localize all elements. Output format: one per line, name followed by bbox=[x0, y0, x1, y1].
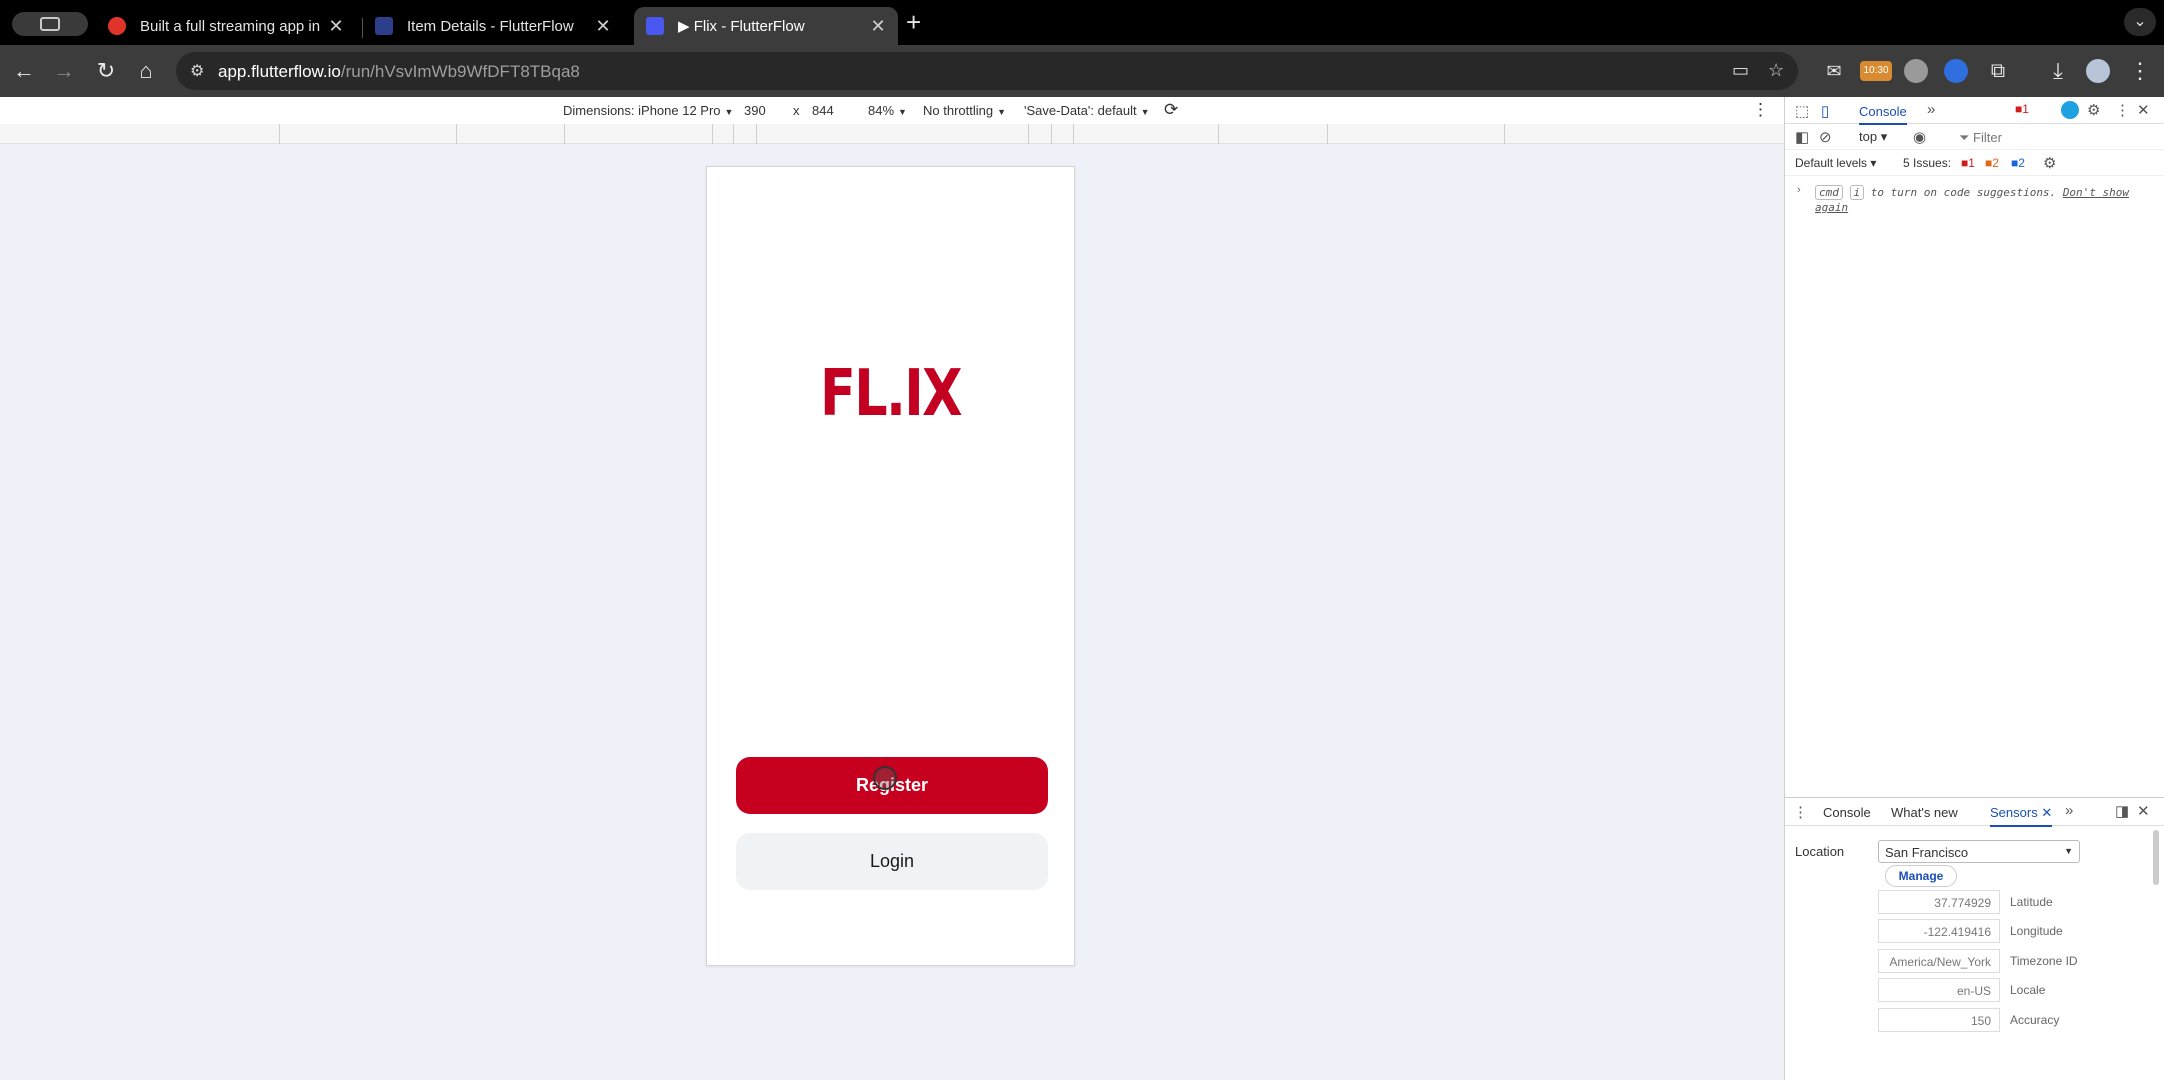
clear-console-icon[interactable]: ⊘ bbox=[1819, 128, 1832, 146]
forward-icon[interactable]: → bbox=[50, 57, 78, 85]
close-drawer-icon[interactable]: ✕ bbox=[2137, 802, 2150, 820]
filter-input[interactable]: ⏷ Filter bbox=[1959, 130, 2002, 146]
log-levels-select[interactable]: Default levels ▾ bbox=[1795, 156, 1876, 170]
manage-locations-button[interactable]: Manage bbox=[1885, 865, 1957, 887]
console-levels-bar: Default levels ▾ 5 Issues: ■1 ■2 ■2 ⚙ bbox=[1785, 150, 2164, 176]
tab-title: ▶ Flix - FlutterFlow bbox=[678, 18, 805, 35]
device-toggle-icon[interactable]: ▯ bbox=[1821, 102, 1829, 120]
blue-extension-icon[interactable] bbox=[1944, 59, 1968, 83]
device-toolbar-menu-icon[interactable]: ⋮ bbox=[1752, 100, 1769, 120]
accuracy-input[interactable]: 150 bbox=[1878, 1008, 2000, 1032]
flix-logo: FL.IX bbox=[819, 357, 963, 431]
flutterflow-favicon-icon bbox=[646, 17, 664, 35]
error-count-badge[interactable]: ■1 bbox=[2015, 102, 2029, 116]
device-toolbar: Dimensions: iPhone 12 Pro ▼ 390 x 844 84%… bbox=[0, 97, 1784, 124]
site-info-icon[interactable]: ⚙ bbox=[190, 61, 204, 81]
devtools-menu-icon[interactable]: ⋮ bbox=[2115, 101, 2130, 119]
tab-close-icon[interactable]: ✕ bbox=[591, 16, 615, 37]
mail-extension-icon[interactable]: ✉ bbox=[1820, 57, 1848, 85]
install-app-icon[interactable]: ▭ bbox=[1732, 60, 1749, 81]
browser-toolbar: ← → ↻ ⌂ ⚙ app.flutterflow.io/run/hVsvImW… bbox=[0, 45, 2164, 97]
device-dimensions-select[interactable]: Dimensions: iPhone 12 Pro ▼ bbox=[563, 103, 733, 118]
dock-drawer-icon[interactable]: ◨ bbox=[2115, 802, 2129, 820]
login-button[interactable]: Login bbox=[736, 833, 1048, 890]
address-bar[interactable]: ⚙ app.flutterflow.io/run/hVsvImWb9WfDFT8… bbox=[176, 52, 1798, 90]
code-suggestion-hint: cmd i to turn on code suggestions. Don't… bbox=[1815, 185, 2130, 214]
new-tab-button[interactable]: + bbox=[906, 8, 921, 36]
timezone-label: Timezone ID bbox=[2010, 954, 2078, 968]
location-label: Location bbox=[1795, 844, 1845, 859]
tab-title: Built a full streaming app in Fl bbox=[140, 17, 324, 35]
close-devtools-icon[interactable]: ✕ bbox=[2137, 101, 2150, 119]
tab-console[interactable]: Console bbox=[1859, 104, 1907, 125]
ai-assistant-icon[interactable] bbox=[2061, 101, 2079, 119]
tab-close-icon[interactable]: ✕ bbox=[324, 16, 348, 37]
drawer-tab-console[interactable]: Console bbox=[1823, 805, 1871, 820]
flutterflow-favicon-icon bbox=[375, 17, 393, 35]
tab-search-button[interactable] bbox=[12, 12, 88, 36]
tab-list-dropdown-icon[interactable]: ⌄ bbox=[2124, 8, 2156, 36]
locale-input[interactable]: en-US bbox=[1878, 978, 2000, 1002]
reload-icon[interactable]: ↻ bbox=[92, 57, 120, 85]
drawer-tab-whats-new[interactable]: What's new bbox=[1891, 805, 1958, 820]
sidebar-toggle-icon[interactable]: ◧ bbox=[1795, 128, 1809, 146]
reddit-favicon-icon bbox=[108, 17, 126, 35]
live-expression-eye-icon[interactable]: ◉ bbox=[1913, 128, 1926, 146]
drawer-menu-icon[interactable]: ⋮ bbox=[1793, 803, 1808, 821]
latitude-input[interactable]: 37.774929 bbox=[1878, 890, 2000, 914]
console-settings-icon[interactable]: ⚙ bbox=[2043, 154, 2056, 172]
clock-extension-badge[interactable]: 10:30 bbox=[1860, 61, 1892, 81]
longitude-label: Longitude bbox=[2010, 924, 2063, 938]
home-icon[interactable]: ⌂ bbox=[132, 57, 160, 85]
url-text[interactable]: app.flutterflow.io/run/hVsvImWb9WfDFT8TB… bbox=[218, 62, 580, 82]
issues-label[interactable]: 5 Issues: bbox=[1903, 156, 1951, 170]
touch-cursor bbox=[873, 766, 897, 790]
devtools-panel: ⬚ ▯ Console » ■1 ⚙ ⋮ ✕ ◧ ⊘ top ▾ ◉ ⏷ Fil… bbox=[1784, 97, 2164, 1080]
back-icon[interactable]: ← bbox=[10, 57, 38, 85]
device-height-input[interactable]: 844 bbox=[812, 103, 834, 118]
throttling-select[interactable]: No throttling ▼ bbox=[923, 103, 1006, 118]
tab-title: Item Details - FlutterFlow bbox=[407, 17, 574, 35]
save-data-select[interactable]: 'Save-Data': default ▼ bbox=[1024, 103, 1150, 118]
drawer-tab-sensors[interactable]: Sensors ✕ bbox=[1990, 805, 2053, 827]
bookmark-star-icon[interactable]: ☆ bbox=[1768, 60, 1784, 81]
locale-label: Locale bbox=[2010, 983, 2046, 997]
timezone-input[interactable]: America/New_York bbox=[1878, 949, 2000, 973]
more-tabs-icon[interactable]: » bbox=[1927, 101, 1935, 118]
profile-avatar[interactable] bbox=[2086, 59, 2110, 83]
tab-item-details[interactable]: Item Details - FlutterFlow ✕ bbox=[363, 7, 623, 45]
downloads-icon[interactable]: ⤓ bbox=[2044, 57, 2072, 85]
rotate-icon[interactable]: ⟳ bbox=[1164, 100, 1178, 120]
sensors-scrollbar[interactable] bbox=[2153, 830, 2159, 885]
devtools-drawer: ⋮ Console What's new Sensors ✕ » ◨ ✕ Loc… bbox=[1785, 797, 2164, 1080]
device-viewport: FL.IX Register Login bbox=[706, 166, 1075, 966]
context-select[interactable]: top ▾ bbox=[1859, 129, 1887, 145]
drawer-more-tabs-icon[interactable]: » bbox=[2065, 802, 2073, 819]
drawer-tabbar: ⋮ Console What's new Sensors ✕ » ◨ ✕ bbox=[1785, 798, 2164, 827]
extensions-puzzle-icon[interactable]: ⧉ bbox=[1984, 57, 2012, 85]
tab-flix[interactable]: ▶ Flix - FlutterFlow ✕ bbox=[634, 7, 898, 45]
tab-close-icon[interactable]: ✕ bbox=[866, 16, 890, 37]
location-select[interactable]: San Francisco ▼ bbox=[1878, 840, 2080, 863]
tab-strip: Built a full streaming app in Fl ✕ Item … bbox=[0, 0, 2164, 45]
inspect-element-icon[interactable]: ⬚ bbox=[1795, 102, 1809, 120]
device-width-input[interactable]: 390 bbox=[744, 103, 766, 118]
devtools-tabbar: ⬚ ▯ Console » ■1 ⚙ ⋮ ✕ bbox=[1785, 97, 2164, 125]
settings-gear-icon[interactable]: ⚙ bbox=[2087, 101, 2100, 119]
browser-menu-icon[interactable]: ⋮ bbox=[2126, 57, 2154, 85]
expand-chevron-icon[interactable]: › bbox=[1797, 184, 1801, 196]
issues-error-count[interactable]: ■1 bbox=[1961, 156, 1975, 170]
latitude-label: Latitude bbox=[2010, 895, 2053, 909]
tab-search-icon bbox=[40, 17, 60, 31]
longitude-input[interactable]: -122.419416 bbox=[1878, 919, 2000, 943]
console-toolbar: ◧ ⊘ top ▾ ◉ ⏷ Filter bbox=[1785, 124, 2164, 150]
record-extension-icon[interactable] bbox=[1904, 59, 1928, 83]
dimensions-times: x bbox=[793, 103, 800, 118]
accuracy-label: Accuracy bbox=[2010, 1013, 2060, 1027]
issues-warning-count[interactable]: ■2 bbox=[1985, 156, 1999, 170]
issues-info-count[interactable]: ■2 bbox=[2011, 156, 2025, 170]
tab-streaming-app[interactable]: Built a full streaming app in Fl ✕ bbox=[96, 7, 356, 45]
media-query-bar[interactable] bbox=[0, 124, 1784, 144]
zoom-select[interactable]: 84% ▼ bbox=[868, 103, 907, 118]
